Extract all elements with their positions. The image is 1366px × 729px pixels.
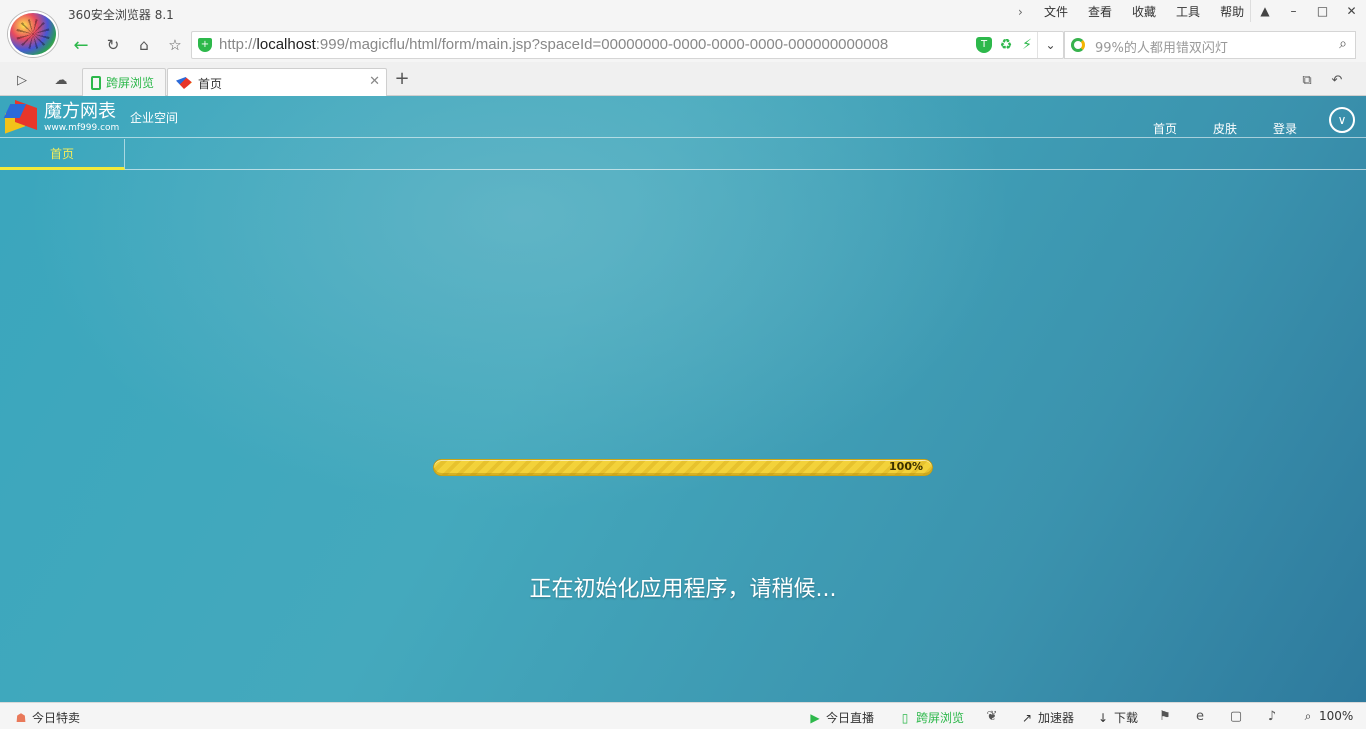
flag-icon[interactable]: ⚑ <box>1157 709 1173 725</box>
web-content: 魔方网表 www.mf999.com 企业空间 首页 皮肤 登录 ∨ 首页 10… <box>0 96 1366 702</box>
nav-login[interactable]: 登录 <box>1273 120 1297 137</box>
skin-shirt-icon[interactable]: ▲ <box>1250 0 1279 22</box>
download-button[interactable]: ↓ 下载 <box>1096 709 1138 726</box>
browser-logo-icon[interactable] <box>8 11 58 57</box>
undo-close-icon[interactable]: ↶ <box>1327 70 1347 90</box>
window-title: 360安全浏览器 8.1 <box>68 8 174 22</box>
menu-favorites[interactable]: 收藏 <box>1122 4 1166 20</box>
search-placeholder: 99%的人都用错双闪灯 <box>1095 41 1228 56</box>
zoom-magnifier-icon: ⌕ <box>1304 709 1312 723</box>
site-name: 魔方网表 <box>44 101 116 122</box>
restore-button[interactable]: □ <box>1308 0 1337 22</box>
browser-titlebar: 360安全浏览器 8.1 › 文件 查看 收藏 工具 帮助 ▲ – □ ✕ <box>0 0 1366 57</box>
menu-view[interactable]: 查看 <box>1078 4 1122 20</box>
chevron-right-icon[interactable]: › <box>1018 5 1034 19</box>
menu-tools[interactable]: 工具 <box>1166 4 1210 20</box>
play-circle-icon: ▶ <box>810 710 820 725</box>
guard-shield-icon[interactable]: T <box>976 37 992 53</box>
loading-message: 正在初始化应用程序，请稍候... <box>529 577 837 602</box>
sidebar-toggle-icon[interactable]: ▷ <box>12 70 32 90</box>
tab-home[interactable]: 首页 ✕ <box>167 68 387 97</box>
ie-mode-icon[interactable]: e <box>1192 709 1208 725</box>
tab-label: 跨屏浏览 <box>106 76 155 90</box>
tab-cross-screen[interactable]: 跨屏浏览 <box>82 68 166 96</box>
zoom-control[interactable]: ⌕ 100% <box>1301 709 1354 723</box>
cube-logo-icon[interactable] <box>3 99 39 134</box>
url-text[interactable]: http://localhost:999/magicflu/html/form/… <box>219 36 969 53</box>
nav-home[interactable]: 首页 <box>1153 120 1177 137</box>
progress-label: 100% <box>889 460 923 473</box>
status-bar: ☗ 今日特卖 ▶ 今日直播 ▯ 跨屏浏览 ❦ ↗ 加速器 ↓ 下载 ⚑ e ▢ … <box>0 702 1366 729</box>
accelerator-button[interactable]: ↗ 加速器 <box>1020 709 1074 726</box>
speaker-icon[interactable]: ♪ <box>1264 709 1280 725</box>
menu-file[interactable]: 文件 <box>1034 4 1078 20</box>
search-engine-icon[interactable] <box>1071 38 1085 52</box>
cross-screen-button[interactable]: ▯ 跨屏浏览 <box>898 709 964 726</box>
new-tab-button[interactable]: + <box>392 70 412 90</box>
refresh-button[interactable]: ↻ <box>100 32 126 58</box>
site-url: www.mf999.com <box>44 123 120 133</box>
menu-bar: › 文件 查看 收藏 工具 帮助 <box>1018 4 1254 20</box>
navigation-bar: ← ↻ ⌂ ☆ + http://localhost:999/magicflu/… <box>0 28 1366 62</box>
phone-icon <box>91 75 101 90</box>
today-live-button[interactable]: ▶ 今日直播 <box>808 709 874 726</box>
today-sale-button[interactable]: ☗ 今日特卖 <box>14 709 80 726</box>
tab-label: 首页 <box>198 76 223 91</box>
loading-progress-bar: 100% <box>433 459 933 476</box>
close-window-button[interactable]: ✕ <box>1337 0 1366 22</box>
home-button[interactable]: ⌂ <box>131 32 157 58</box>
tab-list-icon[interactable]: ⧉ <box>1297 70 1317 90</box>
chevron-down-circle-icon[interactable]: ∨ <box>1329 107 1355 133</box>
back-button[interactable]: ← <box>68 32 94 58</box>
enterprise-space-link[interactable]: 企业空间 <box>130 109 178 126</box>
minimize-button[interactable]: – <box>1279 0 1308 22</box>
cloud-icon[interactable]: ☁ <box>51 70 71 90</box>
site-header: 魔方网表 www.mf999.com 企业空间 首页 皮肤 登录 ∨ <box>0 96 1366 138</box>
gift-icon: ☗ <box>15 710 27 725</box>
tab-home-page[interactable]: 首页 <box>0 139 125 170</box>
lightning-icon[interactable]: ⚡ <box>1019 37 1035 53</box>
recycle-icon[interactable]: ♻ <box>998 37 1014 53</box>
menu-help[interactable]: 帮助 <box>1210 4 1254 20</box>
tab-strip: ▷ ☁ 跨屏浏览 首页 ✕ + ⧉ ↶ <box>0 62 1366 97</box>
search-icon[interactable]: ⌕ <box>1339 36 1347 52</box>
security-shield-icon[interactable]: + <box>198 38 212 52</box>
rocket-icon: ↗ <box>1021 710 1033 725</box>
close-tab-icon[interactable]: ✕ <box>369 74 380 89</box>
site-favicon-icon <box>176 77 192 89</box>
search-box[interactable]: 99%的人都用错双闪灯 ⌕ <box>1064 31 1356 59</box>
download-arrow-icon: ↓ <box>1097 710 1109 725</box>
sub-navigation: 首页 <box>0 139 1366 170</box>
window-controls: ▲ – □ ✕ <box>1250 0 1366 22</box>
favorite-star-button[interactable]: ☆ <box>162 32 188 58</box>
window-mode-icon[interactable]: ▢ <box>1228 709 1244 725</box>
leaf-icon[interactable]: ❦ <box>984 709 1000 725</box>
address-bar[interactable]: + http://localhost:999/magicflu/html/for… <box>191 31 1064 59</box>
nav-skin[interactable]: 皮肤 <box>1213 120 1237 137</box>
progress-fill <box>433 459 933 476</box>
chevron-down-icon[interactable]: ⌄ <box>1037 32 1063 58</box>
phone-icon: ▯ <box>901 710 909 725</box>
